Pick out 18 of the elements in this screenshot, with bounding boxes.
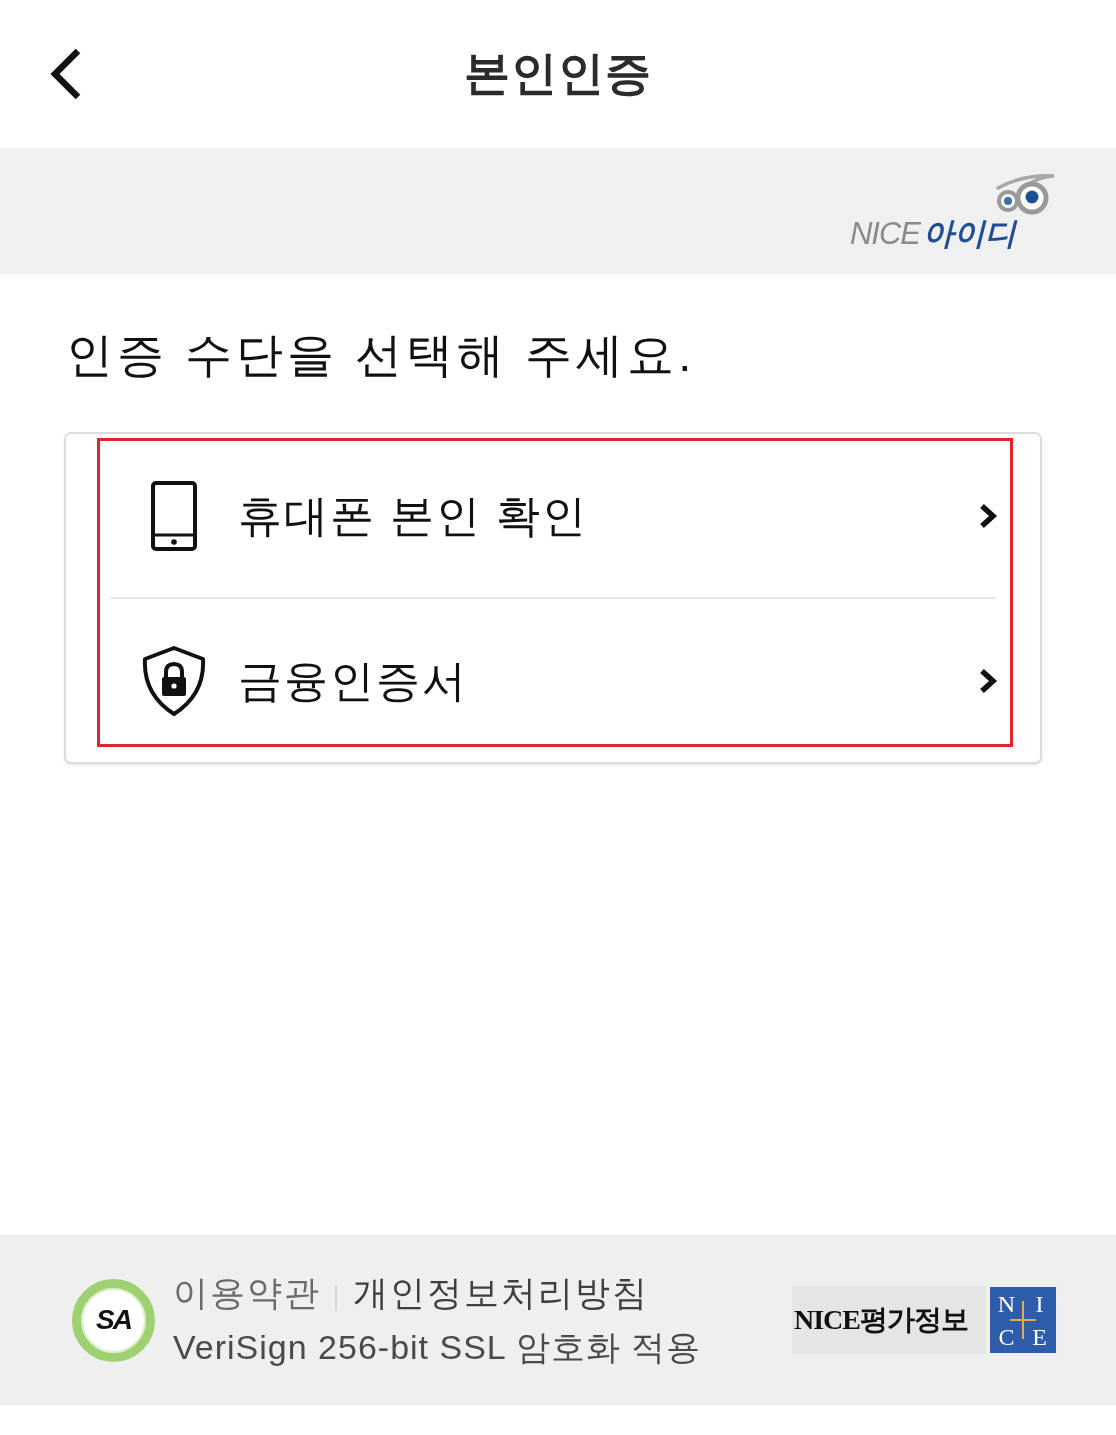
eyes-icon xyxy=(994,174,1056,216)
option-row[interactable]: 금융인증서 xyxy=(110,599,996,762)
logo-wordmark: NICE 아이디 xyxy=(849,217,1016,251)
smartphone-icon xyxy=(151,480,197,551)
option-label: 휴대폰 본인 확인 xyxy=(238,489,590,542)
chevron-right-icon xyxy=(978,502,998,529)
option-row[interactable]: 휴대폰 본인 확인 xyxy=(110,434,996,599)
page-title: 본인인증 xyxy=(464,46,652,101)
footer-link[interactable]: 개인정보처리방침 xyxy=(353,1272,649,1314)
security-note: VeriSign 256-bit SSL 암호화 적용 xyxy=(173,1327,703,1368)
footer-link[interactable]: 이용약관 xyxy=(173,1272,321,1314)
seal-logo: SA xyxy=(72,1278,155,1362)
logo-emblem: N I C E xyxy=(990,1287,1056,1353)
logo-wordmark: NICE평가정보 xyxy=(792,1286,986,1354)
option-label: 금융인증서 xyxy=(238,654,469,707)
chevron-right-icon xyxy=(978,667,998,694)
shield-lock-icon xyxy=(141,645,207,716)
prompt-heading: 인증 수단을 선택해 주세요. xyxy=(66,327,697,383)
